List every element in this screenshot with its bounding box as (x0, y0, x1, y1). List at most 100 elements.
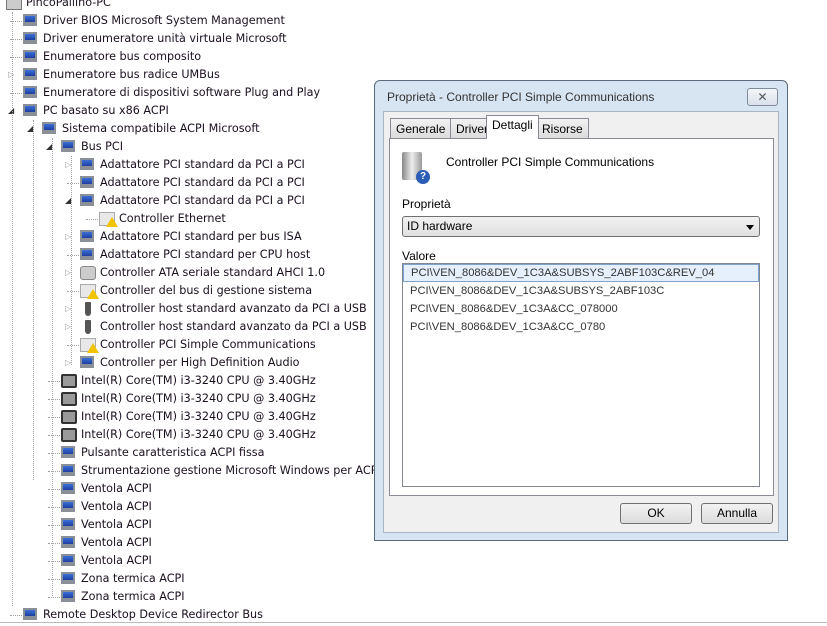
value-item[interactable]: PCI\VEN_8086&DEV_1C3A&CC_0780 (403, 318, 759, 336)
monitor-device-icon (80, 158, 94, 170)
tree-item[interactable]: ▷ Controller host standard avanzato da PC… (0, 300, 380, 318)
monitor-device-icon (80, 230, 94, 242)
tree-item[interactable]: Strumentazione gestione Microsoft Window… (0, 462, 381, 480)
tree-item[interactable]: ◢ Adattatore PCI standard da PCI a PCI (0, 192, 380, 210)
storage-controller-icon (80, 266, 96, 280)
usb-icon (85, 320, 91, 334)
tree-item[interactable]: Ventola ACPI (0, 498, 380, 516)
tree-item[interactable]: Adattatore PCI standard per CPU host (0, 246, 380, 264)
tree-item-label: Intel(R) Core(TM) i3-3240 CPU @ 3.40GHz (81, 410, 316, 423)
tree-item-label: Intel(R) Core(TM) i3-3240 CPU @ 3.40GHz (81, 428, 316, 441)
processor-icon (61, 410, 77, 424)
dialog-body: Generale Driver Dettagli Risorse Control… (383, 111, 779, 533)
tree-guide-line (12, 12, 13, 606)
tree-item-label: Adattatore PCI standard da PCI a PCI (100, 158, 305, 171)
cancel-button[interactable]: Annulla (701, 503, 773, 524)
tree-connector (48, 507, 60, 508)
monitor-device-icon (23, 14, 37, 26)
tree-item[interactable]: Adattatore PCI standard da PCI a PCI (0, 174, 380, 192)
tree-connector (48, 471, 60, 472)
tree-guide-line (33, 120, 34, 480)
tree-item[interactable]: Ventola ACPI (0, 480, 380, 498)
tree-item-label: Enumeratore bus radice UMBus (43, 68, 220, 81)
tree-item[interactable]: Intel(R) Core(TM) i3-3240 CPU @ 3.40GHz (0, 426, 380, 444)
monitor-device-icon (61, 518, 75, 530)
tree-item[interactable]: Driver BIOS Microsoft System Management (0, 12, 380, 30)
tree-item[interactable]: Intel(R) Core(TM) i3-3240 CPU @ 3.40GHz (0, 372, 380, 390)
value-item[interactable]: PCI\VEN_8086&DEV_1C3A&SUBSYS_2ABF103C (403, 282, 759, 300)
tree-item[interactable]: ▷ Enumeratore bus radice UMBus (0, 66, 380, 84)
tree-item-label: Adattatore PCI standard per CPU host (100, 248, 311, 261)
tree-item[interactable]: Ventola ACPI (0, 534, 380, 552)
tab-dettagli[interactable]: Dettagli (486, 115, 539, 139)
tree-connector (48, 489, 60, 490)
tree-item[interactable]: Controller PCI Simple Communications (0, 336, 380, 354)
tree-item[interactable]: ◢ PC basato su x86 ACPI (0, 102, 380, 120)
tree-item[interactable]: Enumeratore bus composito (0, 48, 380, 66)
tree-item[interactable]: ▷ Controller host standard avanzato da PC… (0, 318, 380, 336)
tree-item-label: Intel(R) Core(TM) i3-3240 CPU @ 3.40GHz (81, 374, 316, 387)
tree-item[interactable]: Pulsante caratteristica ACPI fissa (0, 444, 380, 462)
tree-item[interactable]: Controller Ethernet (0, 210, 380, 228)
tree-connector (67, 345, 79, 346)
tree-connector (48, 561, 60, 562)
monitor-device-icon (80, 194, 94, 206)
tree-item-label: Controller host standard avanzato da PCI… (100, 302, 367, 315)
property-select-value: ID hardware (407, 219, 473, 233)
monitor-device-icon (61, 464, 75, 476)
tree-item[interactable]: Ventola ACPI (0, 516, 380, 534)
tab-generale[interactable]: Generale (390, 118, 452, 138)
tree-item-label: Intel(R) Core(TM) i3-3240 CPU @ 3.40GHz (81, 392, 316, 405)
tree-item-label: Strumentazione gestione Microsoft Window… (81, 464, 381, 477)
tree-item[interactable]: Intel(R) Core(TM) i3-3240 CPU @ 3.40GHz (0, 408, 380, 426)
tree-item-label: Ventola ACPI (81, 482, 152, 495)
warning-device-icon (99, 212, 118, 227)
tree-item[interactable]: Controller del bus di gestione sistema (0, 282, 380, 300)
tree-item-label: Ventola ACPI (81, 536, 152, 549)
tree-item[interactable]: Ventola ACPI (0, 552, 380, 570)
processor-icon (61, 392, 77, 406)
ok-button[interactable]: OK (620, 503, 692, 524)
tree-item[interactable]: ▷ Adattatore PCI standard da PCI a PCI (0, 156, 380, 174)
tree-item[interactable]: ▷ Controller ATA seriale standard AHCI 1.… (0, 264, 380, 282)
tree-item-label: Controller Ethernet (119, 212, 226, 225)
tree-item[interactable]: Driver enumeratore unità virtuale Micros… (0, 30, 380, 48)
value-item[interactable]: PCI\VEN_8086&DEV_1C3A&CC_078000 (403, 300, 759, 318)
monitor-device-icon (80, 248, 94, 260)
tree-item-label: Controller ATA seriale standard AHCI 1.0 (100, 266, 326, 279)
value-item[interactable]: PCI\VEN_8086&DEV_1C3A&SUBSYS_2ABF103C&RE… (403, 264, 759, 282)
monitor-device-icon (61, 572, 75, 584)
value-label: Valore (402, 249, 436, 263)
tree-connector (48, 399, 60, 400)
divider (0, 622, 827, 623)
tree-item[interactable]: Enumeratore di dispositivi software Plug… (0, 84, 380, 102)
tab-risorse[interactable]: Risorse (536, 118, 589, 138)
tree-item-label: Enumeratore bus composito (43, 50, 202, 63)
tree-item[interactable]: Zona termica ACPI (0, 588, 380, 606)
chevron-down-icon (746, 225, 754, 230)
property-select[interactable]: ID hardware (402, 216, 760, 237)
tree-item-label: Adattatore PCI standard da PCI a PCI (100, 194, 305, 207)
close-button[interactable]: ✕ (747, 88, 778, 106)
tree-item-label: Ventola ACPI (81, 518, 152, 531)
tree-item[interactable]: ▷ Adattatore PCI standard per bus ISA (0, 228, 380, 246)
tree-item-label: Controller per High Definition Audio (100, 356, 300, 369)
tree-item[interactable]: PincoPallino-PC (0, 0, 380, 12)
tree-item[interactable]: Intel(R) Core(TM) i3-3240 CPU @ 3.40GHz (0, 390, 380, 408)
monitor-device-icon (23, 104, 37, 116)
property-label: Proprietà (402, 197, 451, 211)
monitor-device-icon (61, 536, 75, 548)
tree-connector (10, 615, 22, 616)
tree-item[interactable]: ◢ Bus PCI (0, 138, 380, 156)
tree-guide-line (71, 156, 72, 365)
tree-item-label: PC basato su x86 ACPI (43, 104, 169, 117)
monitor-device-icon (80, 356, 94, 368)
tree-item[interactable]: ▷ Controller per High Definition Audio (0, 354, 380, 372)
monitor-device-icon (80, 176, 94, 188)
tree-connector (48, 435, 60, 436)
tree-connector (48, 597, 60, 598)
tree-item[interactable]: ◢ Sistema compatibile ACPI Microsoft (0, 120, 380, 138)
tree-item[interactable]: Zona termica ACPI (0, 570, 380, 588)
monitor-device-icon (61, 500, 75, 512)
value-list: PCI\VEN_8086&DEV_1C3A&SUBSYS_2ABF103C&RE… (402, 263, 760, 487)
